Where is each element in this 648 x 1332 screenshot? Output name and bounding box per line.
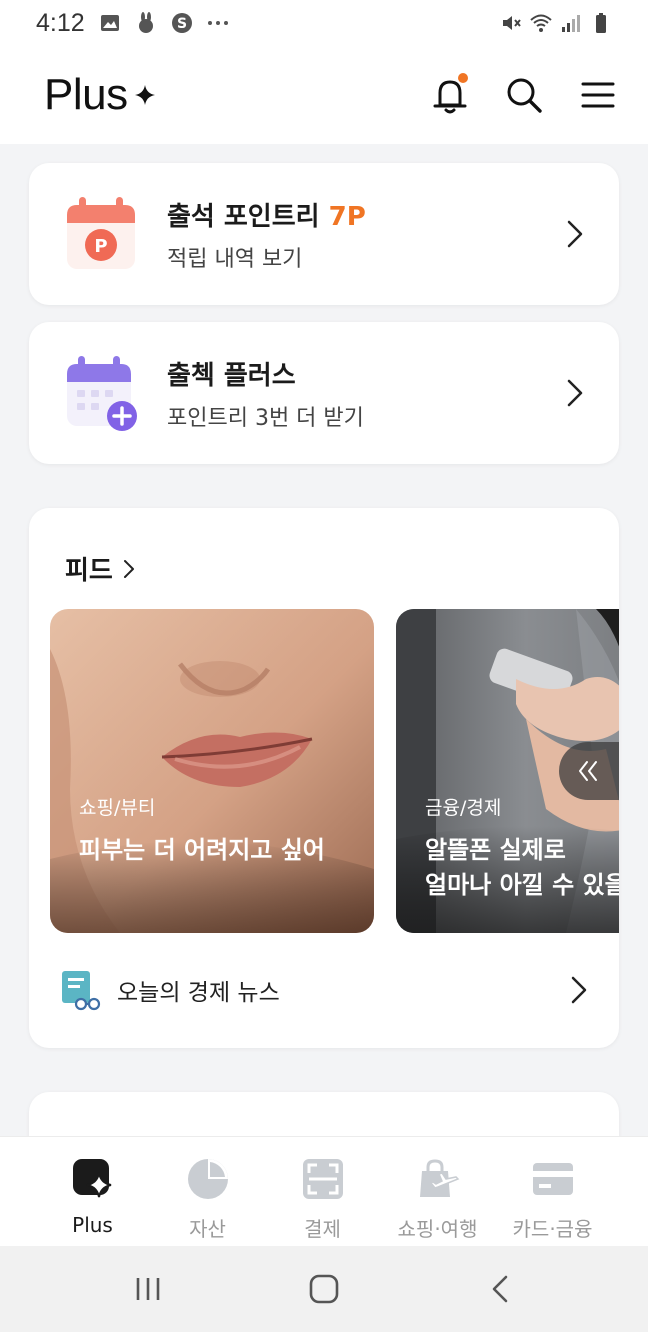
system-navigation-bar xyxy=(0,1246,648,1332)
pie-chart-icon xyxy=(187,1159,228,1199)
tab-card-finance[interactable]: 카드·금융 xyxy=(495,1137,610,1246)
scan-icon xyxy=(302,1159,343,1199)
search-icon xyxy=(507,78,542,113)
notification-badge xyxy=(458,73,468,83)
newspaper-glasses-icon xyxy=(62,971,101,1011)
beauty-lips-image xyxy=(50,609,374,933)
recent-apps-icon xyxy=(136,1278,160,1300)
carousel-scroll-button[interactable] xyxy=(559,742,619,800)
wifi-icon xyxy=(530,14,552,32)
card-icon xyxy=(532,1163,573,1195)
home-icon xyxy=(309,1274,339,1304)
feed-header-link[interactable]: 피드 xyxy=(65,550,135,587)
tab-label: 결제 xyxy=(304,1217,341,1241)
menu-button[interactable] xyxy=(578,75,618,115)
promo-subtitle: 적립 내역 보기 xyxy=(167,246,303,272)
sparkle-icon xyxy=(134,85,155,105)
tab-payment[interactable]: 결제 xyxy=(265,1137,380,1246)
chevron-right-icon xyxy=(123,559,134,578)
feed-title: 피드 xyxy=(65,556,113,586)
chevron-right-icon xyxy=(567,379,583,407)
promo-title: 출석 포인트리 7P xyxy=(167,201,366,232)
home-button[interactable] xyxy=(294,1259,354,1319)
promo-title: 출첵 플러스 xyxy=(167,360,296,391)
status-bar: 4:12 S xyxy=(0,0,648,46)
more-dots-icon xyxy=(207,21,228,25)
point-calendar-icon: P xyxy=(67,197,135,269)
news-label: 오늘의 경제 뉴스 xyxy=(117,980,280,1006)
tab-shopping-travel[interactable]: 쇼핑·여행 xyxy=(380,1137,495,1246)
svg-text:S: S xyxy=(177,16,187,32)
battery-icon xyxy=(596,13,606,33)
shopping-travel-icon xyxy=(419,1159,459,1197)
app-header: Plus xyxy=(0,46,648,144)
feed-item-beauty[interactable]: 쇼핑/뷰티 피부는 더 어려지고 싶어 xyxy=(50,609,374,933)
search-button[interactable] xyxy=(504,75,544,115)
back-button[interactable] xyxy=(470,1259,530,1319)
mute-icon xyxy=(503,16,521,30)
s-app-icon: S xyxy=(171,13,192,33)
hamburger-menu-icon xyxy=(581,82,615,108)
bottom-tab-bar: Plus 자산 결제 쇼핑·여행 카드·금융 xyxy=(0,1136,648,1246)
logo-text: Plus xyxy=(44,70,128,119)
attendance-points-card[interactable]: P 출석 포인트리 7P 적립 내역 보기 xyxy=(29,163,619,305)
feed-item-tag: 쇼핑/뷰티 xyxy=(79,797,156,819)
feed-card: 피드 쇼핑/뷰티 피부는 더 어려지고 싶어 금융/경제 알뜰폰 실제로 얼마나… xyxy=(29,508,619,1048)
double-chevron-left-icon xyxy=(579,761,597,781)
attendance-plus-card[interactable]: 출첵 플러스 포인트리 3번 더 받기 xyxy=(29,322,619,464)
recent-apps-button[interactable] xyxy=(118,1259,178,1319)
points-badge: 7P xyxy=(328,201,366,232)
rabbit-app-icon xyxy=(138,12,153,33)
chevron-right-icon xyxy=(571,976,587,1004)
feed-item-headline: 피부는 더 어려지고 싶어 xyxy=(79,836,325,864)
tab-label: 쇼핑·여행 xyxy=(397,1217,478,1241)
feed-item-tag: 금융/경제 xyxy=(425,797,502,819)
signal-icon xyxy=(562,15,580,32)
app-logo: Plus xyxy=(44,70,156,120)
tab-label: 카드·금융 xyxy=(512,1217,593,1241)
status-time: 4:12 xyxy=(36,8,85,37)
plus-sparkle-icon xyxy=(72,1159,111,1198)
tab-label: 자산 xyxy=(189,1217,226,1241)
notification-button[interactable] xyxy=(430,73,470,115)
calendar-plus-icon xyxy=(67,356,137,431)
promo-subtitle: 포인트리 3번 더 받기 xyxy=(167,405,364,431)
svg-text:P: P xyxy=(94,236,107,257)
tab-label: Plus xyxy=(72,1213,113,1237)
chevron-right-icon xyxy=(567,220,583,248)
gallery-icon xyxy=(100,15,119,31)
feed-carousel[interactable]: 쇼핑/뷰티 피부는 더 어려지고 싶어 금융/경제 알뜰폰 실제로 얼마나 아낄… xyxy=(50,609,619,933)
tab-assets[interactable]: 자산 xyxy=(150,1137,265,1246)
tab-plus[interactable]: Plus xyxy=(35,1137,150,1246)
back-icon xyxy=(492,1275,508,1303)
feed-item-headline: 알뜰폰 실제로 얼마나 아낄 수 있을 xyxy=(425,836,619,899)
economic-news-link[interactable]: 오늘의 경제 뉴스 xyxy=(59,967,589,1013)
